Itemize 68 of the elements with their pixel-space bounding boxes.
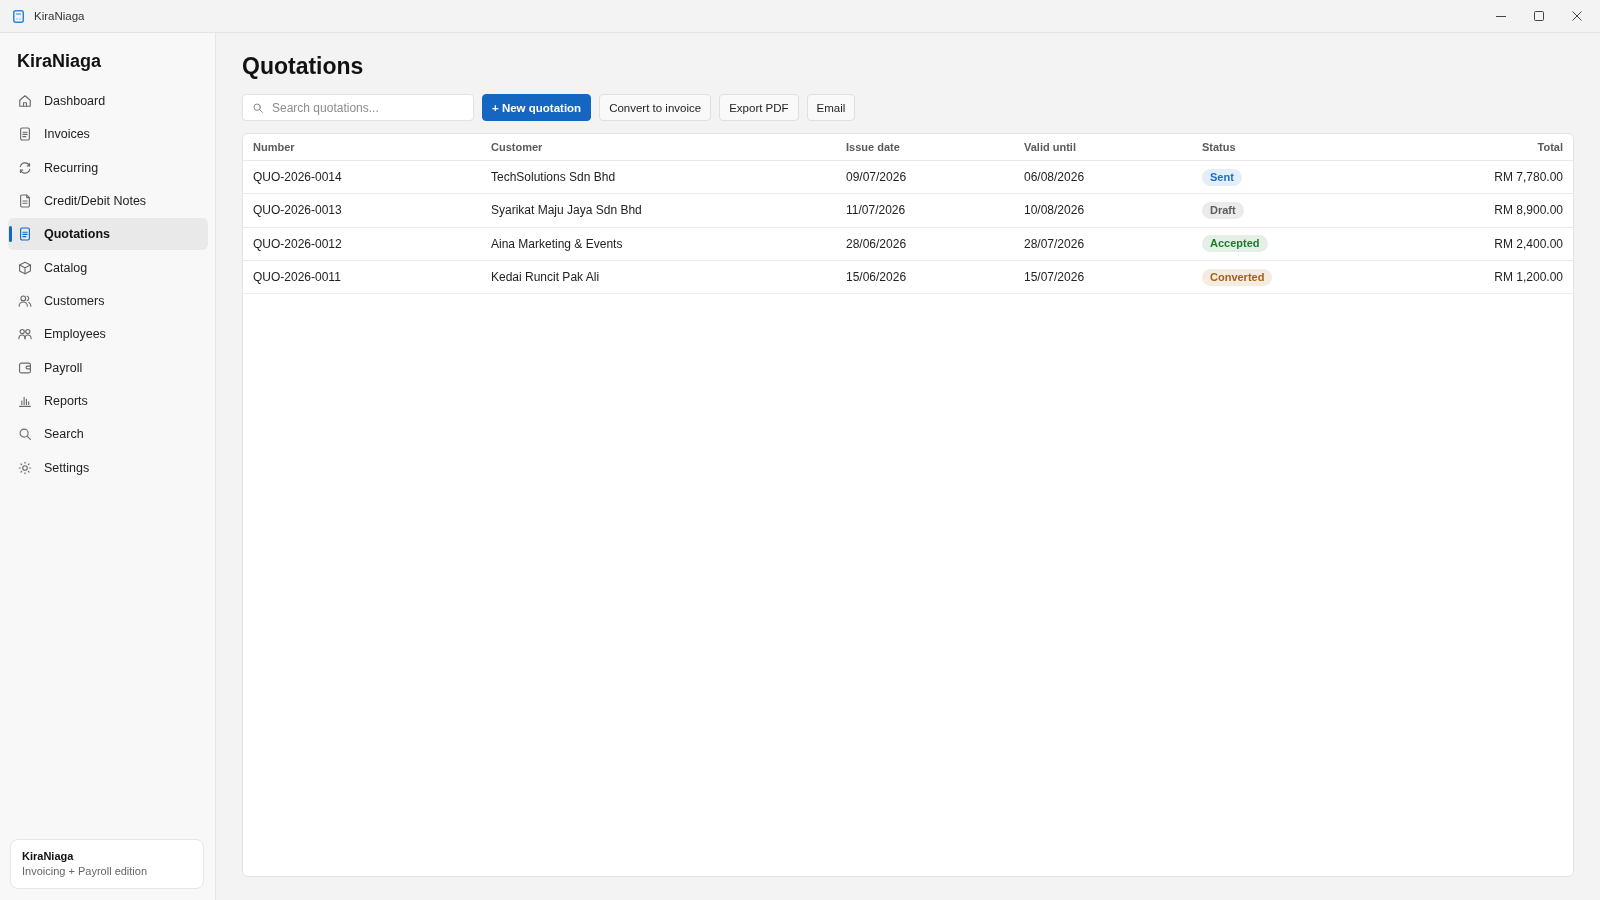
maximize-icon	[1534, 11, 1544, 21]
sidebar-item[interactable]: Recurring	[8, 151, 208, 184]
search-icon	[18, 427, 32, 442]
table-cell: 15/07/2026	[1024, 270, 1085, 285]
column-header: Customer	[491, 141, 543, 153]
column-header: Total	[1537, 141, 1563, 153]
table-cell: 28/07/2026	[1024, 236, 1085, 251]
search-field[interactable]: Search quotations...	[242, 94, 474, 121]
column-header: Status	[1202, 141, 1236, 153]
table-cell: 06/08/2026	[1024, 170, 1085, 185]
table-cell: RM 7,780.00	[1494, 170, 1563, 185]
table-cell: QUO-2026-0013	[253, 203, 342, 218]
status-badge: Draft	[1202, 201, 1244, 219]
toolbar-button[interactable]: Convert to invoice	[599, 94, 712, 121]
toolbar-button[interactable]: Export PDF	[719, 94, 799, 121]
column-header: Number	[253, 141, 295, 153]
column-header: Valid until	[1024, 141, 1076, 153]
table-cell: RM 8,900.00	[1494, 203, 1563, 218]
table-cell: RM 2,400.00	[1494, 236, 1563, 251]
window-title: KiraNiaga	[34, 10, 85, 22]
table-cell: 10/08/2026	[1024, 203, 1085, 218]
status-badge: Sent	[1202, 168, 1242, 186]
status-badge: Accepted	[1202, 235, 1268, 253]
toolbar-button[interactable]: Email	[806, 94, 856, 121]
table-cell: Syarikat Maju Jaya Sdn Bhd	[491, 203, 642, 218]
table-cell: TechSolutions Sdn Bhd	[491, 170, 616, 185]
sidebar-item[interactable]: Invoices	[8, 118, 208, 151]
users-icon	[18, 293, 32, 308]
edition-subtitle: Invoicing + Payroll edition	[22, 864, 149, 879]
sidebar-item[interactable]: Search	[8, 418, 208, 451]
users-icon	[18, 327, 32, 342]
sidebar-item[interactable]: Customers	[8, 284, 208, 317]
search-icon	[253, 102, 263, 113]
sidebar-item[interactable]: Quotations	[8, 218, 208, 251]
table-cell: RM 1,200.00	[1494, 270, 1563, 285]
document-icon	[18, 227, 32, 242]
sidebar-item[interactable]: Dashboard	[8, 85, 208, 117]
table-cell: Aina Marketing & Events	[491, 236, 623, 251]
table-cell: QUO-2026-0012	[253, 236, 342, 251]
sidebar-item[interactable]: Payroll	[8, 351, 208, 384]
sidebar-item[interactable]: Employees	[8, 318, 208, 351]
sidebar-item[interactable]: Catalog	[8, 251, 208, 284]
cube-icon	[18, 260, 32, 275]
table-cell: 11/07/2026	[846, 203, 906, 218]
settings-icon	[18, 460, 32, 475]
document-icon	[18, 194, 32, 208]
edition-title: KiraNiaga	[22, 849, 75, 864]
document-icon	[18, 127, 32, 142]
sidebar-item[interactable]: Credit/Debit Notes	[8, 185, 208, 217]
table-cell: QUO-2026-0011	[253, 270, 341, 285]
house-icon	[18, 94, 32, 108]
refresh-icon	[18, 160, 32, 175]
brand-name: KiraNiaga	[16, 50, 102, 73]
page-title: Quotations	[242, 52, 364, 81]
table-cell: Kedai Runcit Pak Ali	[491, 270, 600, 285]
table-cell: 09/07/2026	[846, 170, 907, 185]
sidebar-item[interactable]: Reports	[8, 384, 208, 417]
close-icon	[1572, 11, 1582, 21]
table-cell: 15/06/2026	[846, 270, 907, 285]
wallet-icon	[18, 360, 32, 375]
sidebar-item[interactable]: Settings	[8, 451, 208, 484]
minimize-icon	[1496, 15, 1506, 17]
column-header: Issue date	[846, 141, 900, 153]
app-icon	[13, 9, 24, 23]
table-cell: 28/06/2026	[846, 236, 907, 251]
status-badge: Converted	[1202, 268, 1273, 286]
new-quotation-button[interactable]: + New quotation	[482, 94, 592, 121]
table-cell: QUO-2026-0014	[253, 170, 342, 185]
